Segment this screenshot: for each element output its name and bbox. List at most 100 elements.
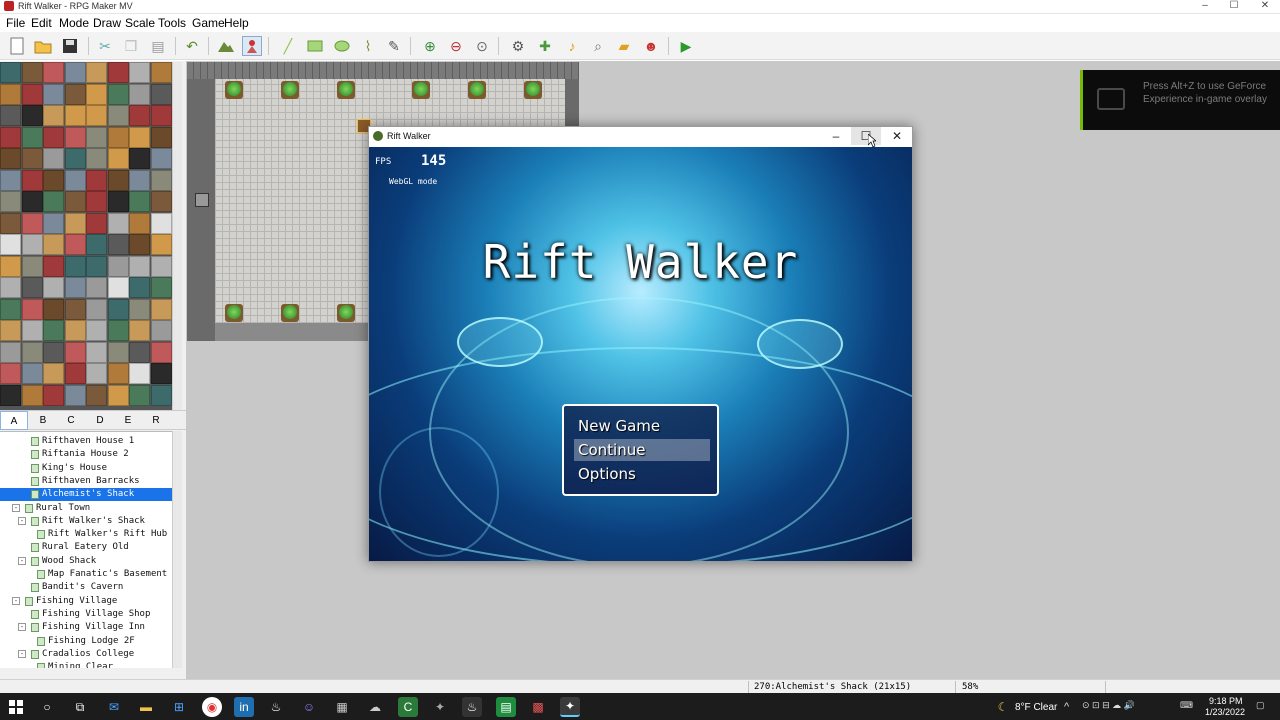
map-tree: Rifthaven House 1 Riftania House 2 King's … <box>0 431 172 668</box>
chrome-icon[interactable]: ◉ <box>202 697 222 717</box>
tab-d[interactable]: D <box>86 411 114 430</box>
paste-icon[interactable]: ▤ <box>148 36 168 56</box>
event-search-icon[interactable]: ⌕ <box>588 36 608 56</box>
tileset-scrollbar[interactable] <box>172 62 182 410</box>
fill-icon[interactable]: ⌇ <box>358 36 378 56</box>
task-view-icon[interactable]: ⧉ <box>70 697 90 717</box>
game-minimize-button[interactable]: – <box>821 127 851 145</box>
zoom-in-icon[interactable]: ⊕ <box>420 36 440 56</box>
plant-tile <box>412 81 430 99</box>
expand-toggle-icon[interactable]: - <box>18 649 26 658</box>
clock-date[interactable]: 1/23/2022 <box>1205 707 1245 717</box>
calculator-icon[interactable]: ▦ <box>332 697 352 717</box>
expand-toggle-icon[interactable]: - <box>18 556 26 565</box>
map-tree-item[interactable]: Rifthaven Barracks <box>0 475 172 488</box>
game-canvas[interactable]: FPS 145 WebGL mode Rift Walker New Game … <box>369 147 912 561</box>
ellipse-icon[interactable] <box>332 36 352 56</box>
tab-a[interactable]: A <box>0 411 28 430</box>
pencil-icon[interactable]: ╱ <box>278 36 298 56</box>
clock-time[interactable]: 9:18 PM <box>1209 696 1243 706</box>
linkedin-icon[interactable]: in <box>234 697 254 717</box>
tray-chevron-icon[interactable]: ^ <box>1064 701 1069 713</box>
map-icon <box>37 570 45 579</box>
menu-edit[interactable]: Edit <box>27 14 56 32</box>
character-generator-icon[interactable]: ☻ <box>641 36 661 56</box>
mail-icon[interactable]: ✉ <box>104 697 124 717</box>
resource-manager-icon[interactable]: ▰ <box>614 36 634 56</box>
menu-tools[interactable]: Tools <box>154 14 190 32</box>
new-game-command[interactable]: New Game <box>574 415 710 437</box>
window-close-button[interactable]: ✕ <box>1250 0 1280 12</box>
shadow-pen-icon[interactable]: ✎ <box>384 36 404 56</box>
expand-toggle-icon[interactable]: - <box>12 503 20 512</box>
map-tree-item[interactable]: - Fishing Village Inn <box>0 621 172 634</box>
database-icon[interactable]: ⚙ <box>508 36 528 56</box>
discord-icon[interactable]: ☺ <box>299 697 319 717</box>
window-maximize-button[interactable]: ☐ <box>1219 0 1249 12</box>
event-mode-icon[interactable] <box>242 36 262 56</box>
cut-icon[interactable]: ✂ <box>95 36 115 56</box>
expand-toggle-icon[interactable]: - <box>12 596 20 605</box>
sound-test-icon[interactable]: ♪ <box>562 36 582 56</box>
map-tree-item[interactable]: Alchemist's Shack <box>0 488 172 502</box>
open-icon[interactable] <box>33 36 53 56</box>
map-tree-item[interactable]: Rural Eatery Old <box>0 541 172 554</box>
expand-toggle-icon[interactable]: - <box>18 516 26 525</box>
playtest-icon[interactable]: ▶ <box>676 36 696 56</box>
map-tree-item[interactable]: Bandit's Cavern <box>0 581 172 594</box>
map-tree-item[interactable]: Map Fanatic's Basement <box>0 568 172 581</box>
menu-mode[interactable]: Mode <box>55 14 93 32</box>
camtasia-icon[interactable]: C <box>398 697 418 717</box>
menu-draw[interactable]: Draw <box>89 14 125 32</box>
store-icon[interactable]: ⊞ <box>169 697 189 717</box>
map-tree-item[interactable]: - Wood Shack <box>0 555 172 568</box>
map-tree-item[interactable]: - Cradalios College <box>0 648 172 661</box>
menu-file[interactable]: File <box>2 14 29 32</box>
tab-e[interactable]: E <box>114 411 142 430</box>
game-maximize-button[interactable]: ☐ <box>851 127 881 145</box>
game-close-button[interactable]: ✕ <box>882 127 912 145</box>
actual-size-icon[interactable]: ⊙ <box>472 36 492 56</box>
zoom-out-icon[interactable]: ⊖ <box>446 36 466 56</box>
tab-b[interactable]: B <box>29 411 57 430</box>
menu-help[interactable]: Help <box>220 14 253 32</box>
file-explorer-icon[interactable]: ▬ <box>136 697 156 717</box>
tileset-palette[interactable] <box>0 62 172 410</box>
rectangle-icon[interactable] <box>305 36 325 56</box>
map-tree-item[interactable]: Riftania House 2 <box>0 448 172 461</box>
map-mode-icon[interactable] <box>216 36 236 56</box>
map-tree-item[interactable]: - Fishing Village <box>0 595 172 608</box>
map-tree-item[interactable]: Fishing Lodge 2F <box>0 635 172 648</box>
start-icon[interactable] <box>6 697 26 717</box>
plugin-manager-icon[interactable]: ✚ <box>535 36 555 56</box>
map-tree-item[interactable]: - Rift Walker's Shack <box>0 515 172 528</box>
new-icon[interactable] <box>7 36 27 56</box>
options-command[interactable]: Options <box>574 463 710 485</box>
continue-command[interactable]: Continue <box>574 439 710 461</box>
cloud-icon[interactable]: ☁ <box>365 697 385 717</box>
app-icon[interactable]: ✦ <box>430 697 450 717</box>
game-app-icon[interactable]: ▩ <box>528 697 548 717</box>
copy-icon[interactable]: ❐ <box>121 36 141 56</box>
steam-running-icon[interactable]: ♨ <box>462 697 482 717</box>
undo-icon[interactable]: ↶ <box>182 36 202 56</box>
steam-icon[interactable]: ♨ <box>266 697 286 717</box>
expand-toggle-icon[interactable]: - <box>18 623 26 632</box>
map-tree-item[interactable]: Rift Walker's Rift Hub <box>0 528 172 541</box>
keyboard-icon[interactable]: ⌨ <box>1180 700 1193 711</box>
notification-icon[interactable]: ▢ <box>1256 700 1265 711</box>
search-icon[interactable]: ○ <box>37 697 57 717</box>
rpg-maker-taskbar-icon[interactable]: ✦ <box>560 697 580 717</box>
sheets-icon[interactable]: ▤ <box>496 697 516 717</box>
map-tree-item[interactable]: Mining Clear <box>0 661 172 668</box>
tab-r[interactable]: R <box>142 411 170 430</box>
map-tree-item[interactable]: - Rural Town <box>0 502 172 515</box>
window-minimize-button[interactable]: – <box>1190 0 1220 12</box>
map-tree-item[interactable]: Rifthaven House 1 <box>0 435 172 448</box>
map-tree-item[interactable]: Fishing Village Shop <box>0 608 172 621</box>
map-tree-item[interactable]: King's House <box>0 462 172 475</box>
map-tree-scrollbar[interactable] <box>172 431 182 668</box>
tray-icons[interactable]: ⊙ ⊡ ⊟ ☁ 🔊 <box>1082 700 1135 711</box>
save-icon[interactable] <box>60 36 80 56</box>
tab-c[interactable]: C <box>57 411 85 430</box>
